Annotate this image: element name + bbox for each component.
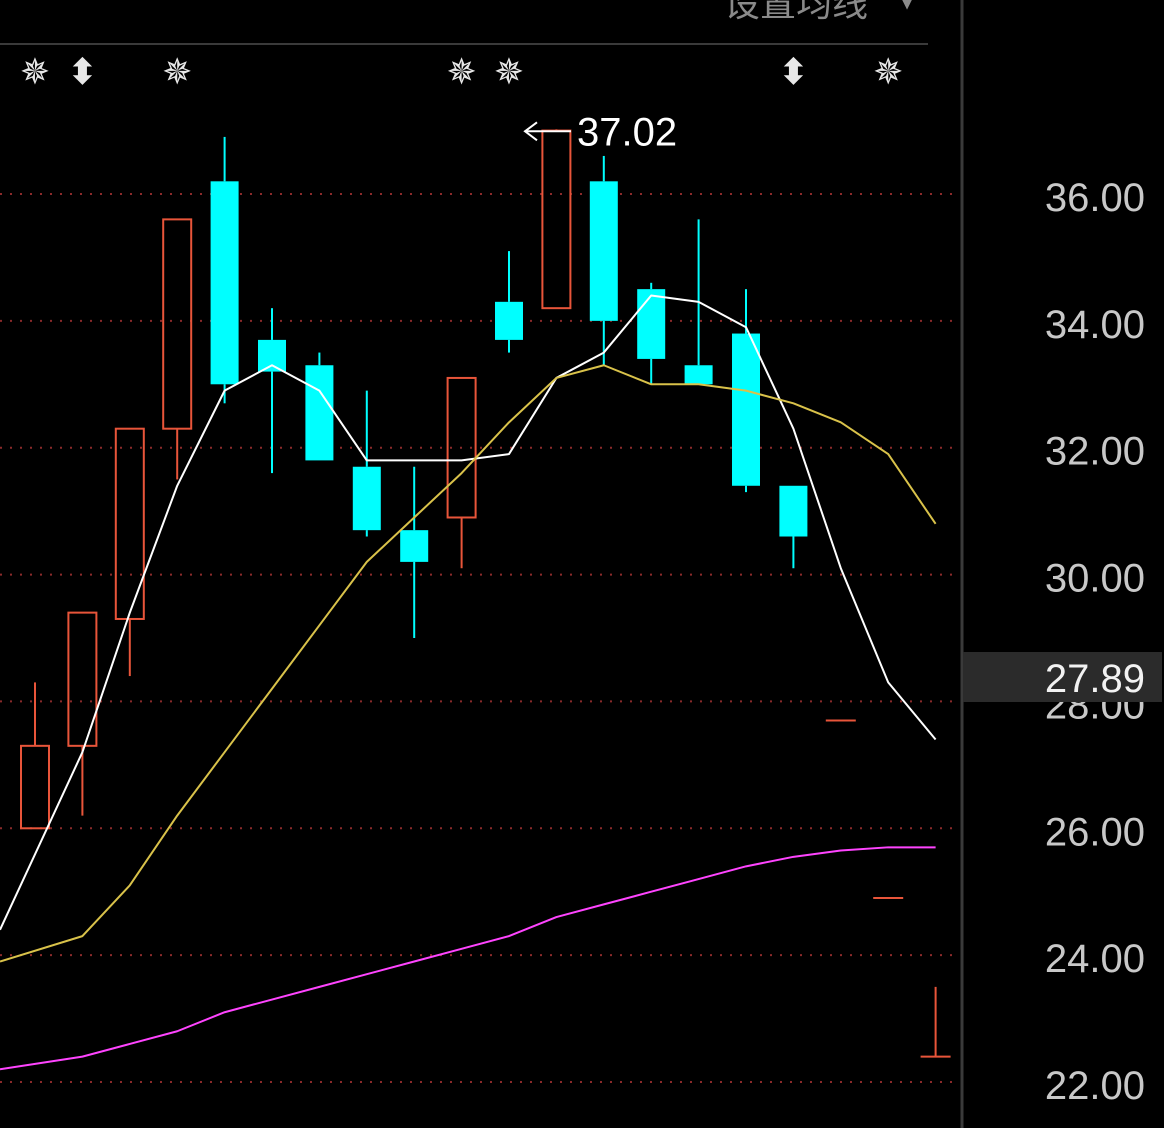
y-tick-label: 32.00 bbox=[1045, 430, 1145, 474]
current-price-label: 27.89 bbox=[1045, 657, 1145, 701]
star-signal-icon: ✵ bbox=[162, 52, 192, 93]
candle-body bbox=[495, 301, 523, 340]
candle-body bbox=[684, 365, 713, 385]
y-tick-label: 24.00 bbox=[1045, 937, 1145, 981]
chevron-down-icon[interactable]: ▾ bbox=[898, 0, 916, 19]
updown-signal-icon: ⬍ bbox=[778, 52, 808, 93]
candle-body bbox=[732, 333, 760, 486]
candle-body bbox=[258, 339, 286, 372]
updown-signal-icon: ⬍ bbox=[67, 52, 97, 93]
y-tick-label: 22.00 bbox=[1045, 1064, 1145, 1108]
ma-settings-label[interactable]: 设置均线 bbox=[724, 0, 868, 25]
y-tick-label: 30.00 bbox=[1045, 557, 1145, 601]
candle-body bbox=[779, 485, 808, 537]
star-signal-icon: ✵ bbox=[20, 52, 50, 93]
current-price-marker: 27.89 bbox=[963, 652, 1162, 702]
candlestick-chart: 36.0034.0032.0030.0028.0026.0024.0022.00… bbox=[0, 0, 1164, 1128]
star-signal-icon: ✵ bbox=[447, 52, 477, 93]
candle-body bbox=[637, 289, 666, 359]
y-tick-label: 36.00 bbox=[1045, 176, 1145, 220]
y-tick-label: 26.00 bbox=[1045, 810, 1145, 854]
high-price-label: 37.02 bbox=[577, 110, 677, 154]
chart-background bbox=[0, 0, 1164, 1128]
candle-body bbox=[400, 530, 429, 562]
star-signal-icon: ✵ bbox=[873, 52, 903, 93]
candle-body bbox=[352, 466, 381, 531]
candle-body bbox=[305, 365, 334, 461]
candle-body bbox=[589, 181, 618, 321]
y-tick-label: 34.00 bbox=[1045, 303, 1145, 347]
star-signal-icon: ✵ bbox=[494, 52, 524, 93]
candle-body bbox=[210, 181, 239, 385]
